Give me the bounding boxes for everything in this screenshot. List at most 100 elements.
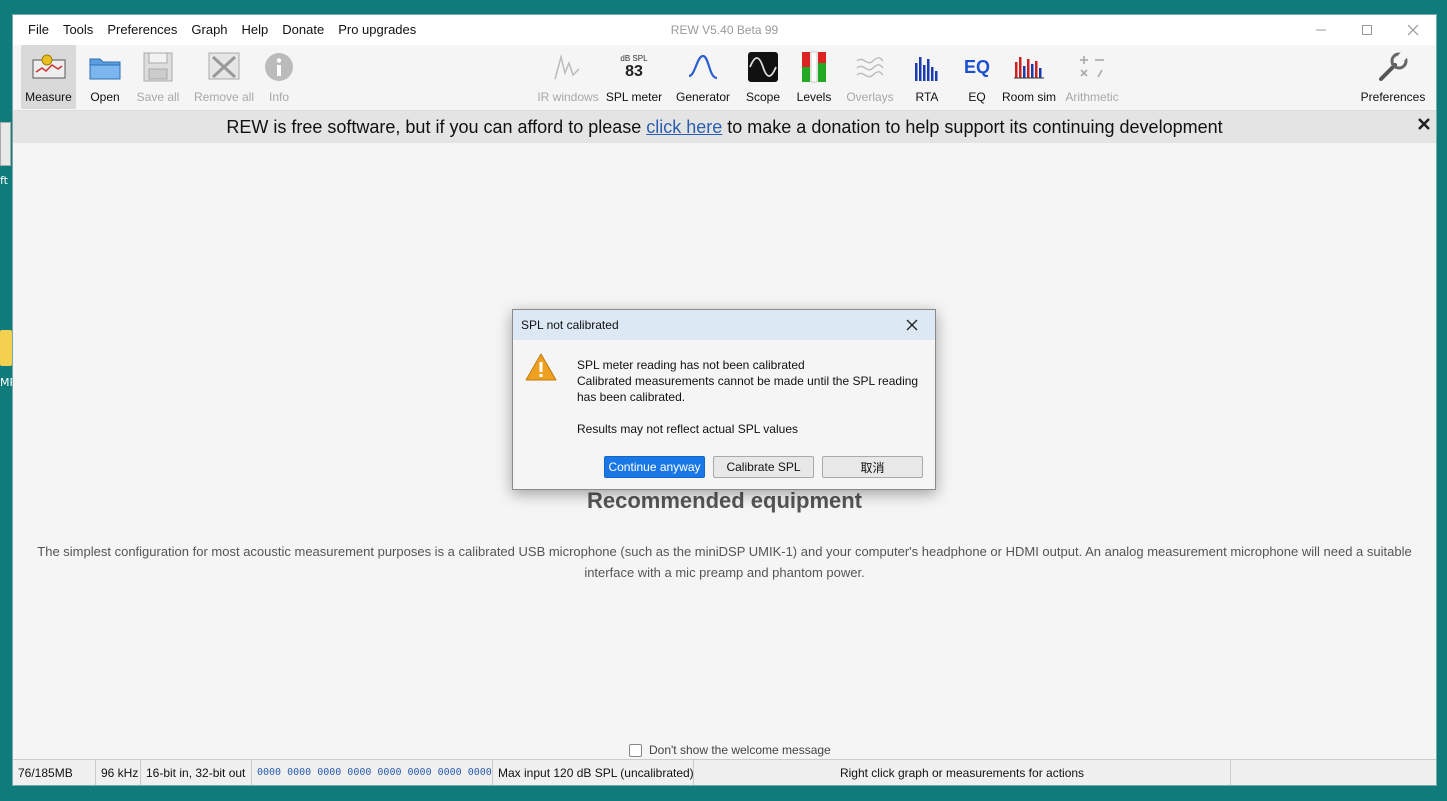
info-icon (262, 50, 296, 84)
level-hex-status: 0000 0000 0000 0000 0000 0000 0000 0000 (252, 760, 493, 785)
dialog-title-bar: SPL not calibrated (513, 310, 935, 340)
menu-donate[interactable]: Donate (275, 15, 331, 45)
eq-icon-text: EQ (963, 56, 990, 77)
menu-help[interactable]: Help (235, 15, 276, 45)
overlays-button[interactable]: Overlays (844, 45, 896, 109)
overlays-icon (853, 50, 887, 84)
desktop-icon-fragment (0, 122, 11, 166)
spl-meter-button[interactable]: dB SPL 83 SPL meter (605, 45, 663, 109)
wrench-icon (1376, 50, 1410, 84)
generator-button[interactable]: Generator (674, 45, 732, 109)
preferences-button[interactable]: Preferences (1359, 45, 1427, 109)
dialog-title: SPL not calibrated (521, 318, 619, 332)
banner-close-button[interactable] (1418, 117, 1430, 135)
room-sim-button[interactable]: Room sim (1001, 45, 1057, 109)
bit-depth-status: 16-bit in, 32-bit out (141, 760, 252, 785)
donation-link[interactable]: click here (646, 117, 722, 138)
menu-pro-upgrades[interactable]: Pro upgrades (331, 15, 423, 45)
levels-icon (797, 50, 831, 84)
room-sim-label: Room sim (1001, 90, 1056, 104)
memory-status: 76/185MB (13, 760, 96, 785)
dialog-message-line-1: SPL meter reading has not been calibrate… (577, 358, 805, 372)
save-all-label: Save all (136, 90, 180, 104)
dialog-message: SPL meter reading has not been calibrate… (577, 357, 918, 437)
arithmetic-icon (1075, 50, 1109, 84)
ir-windows-icon (551, 50, 585, 84)
sample-rate-status: 96 kHz (96, 760, 141, 785)
save-all-button[interactable]: Save all (133, 45, 183, 109)
rta-label: RTA (915, 90, 939, 104)
recommended-equipment-title: Recommended equipment (586, 488, 863, 513)
levels-label: Levels (796, 90, 832, 104)
measure-button[interactable]: Measure (21, 45, 76, 109)
menu-graph[interactable]: Graph (184, 15, 234, 45)
measure-label: Measure (25, 90, 72, 104)
dont-show-welcome-option[interactable]: Don't show the welcome message (629, 743, 831, 757)
spl-meter-value: 83 (625, 62, 643, 80)
remove-all-label: Remove all (193, 90, 255, 104)
donation-banner: REW is free software, but if you can aff… (13, 111, 1436, 143)
info-button[interactable]: Info (261, 45, 297, 109)
info-label: Info (268, 90, 289, 104)
scope-label: Scope (745, 90, 781, 104)
recommended-equipment-text: The simplest configuration for most acou… (37, 544, 1412, 580)
maximize-button[interactable] (1344, 15, 1390, 45)
spl-meter-icon: dB SPL 83 (617, 50, 651, 84)
dialog-buttons: Continue anyway Calibrate SPL 取消 (604, 456, 923, 478)
folder-icon (88, 50, 122, 84)
window-controls (1298, 15, 1436, 45)
warning-icon (525, 352, 557, 387)
banner-text-after: to make a donation to help support its c… (727, 116, 1223, 137)
spl-meter-unit: dB SPL (620, 53, 648, 63)
toolbar: Measure Open Save all Remove all Info IR… (13, 45, 1436, 111)
open-button[interactable]: Open (83, 45, 127, 109)
remove-all-button[interactable]: Remove all (191, 45, 257, 109)
spl-not-calibrated-dialog: SPL not calibrated SPL meter reading has… (512, 309, 936, 490)
remove-all-icon (207, 50, 241, 84)
dialog-message-line-2: Calibrated measurements cannot be made u… (577, 374, 919, 388)
eq-icon: EQ (960, 50, 994, 84)
desktop-icon-fragment-2 (0, 330, 12, 366)
continue-anyway-button[interactable]: Continue anyway (604, 456, 705, 478)
ir-windows-button[interactable]: IR windows (537, 45, 599, 109)
close-window-button[interactable] (1390, 15, 1436, 45)
minimize-icon (1316, 29, 1326, 31)
ir-windows-label: IR windows (537, 90, 599, 104)
minimize-button[interactable] (1298, 15, 1344, 45)
menu-tools[interactable]: Tools (56, 15, 100, 45)
rta-button[interactable]: RTA (907, 45, 947, 109)
cancel-button[interactable]: 取消 (822, 456, 923, 478)
close-icon (1407, 24, 1419, 36)
desktop-label-fragment: ft (0, 174, 8, 187)
arithmetic-button[interactable]: Arithmetic (1063, 45, 1121, 109)
scope-button[interactable]: Scope (741, 45, 785, 109)
scope-icon (746, 50, 780, 84)
calibrate-spl-button[interactable]: Calibrate SPL (713, 456, 814, 478)
banner-text-before: REW is free software, but if you can aff… (226, 116, 642, 137)
max-input-status: Max input 120 dB SPL (uncalibrated) (493, 760, 694, 785)
preferences-label: Preferences (1360, 90, 1426, 104)
overlays-label: Overlays (846, 90, 894, 104)
title-bar: File Tools Preferences Graph Help Donate… (13, 15, 1436, 45)
levels-button[interactable]: Levels (792, 45, 836, 109)
dialog-message-line-4: Results may not reflect actual SPL value… (577, 422, 798, 436)
status-bar: 76/185MB 96 kHz 16-bit in, 32-bit out 00… (13, 759, 1436, 785)
generator-icon (686, 50, 720, 84)
eq-button[interactable]: EQ EQ (957, 45, 997, 109)
hint-status: Right click graph or measurements for ac… (694, 760, 1231, 785)
rta-icon (910, 50, 944, 84)
dont-show-welcome-label: Don't show the welcome message (649, 743, 831, 757)
spl-meter-label: SPL meter (605, 90, 663, 104)
close-icon (1418, 118, 1430, 130)
menu-file[interactable]: File (21, 15, 56, 45)
eq-label: EQ (968, 90, 986, 104)
save-all-icon (141, 50, 175, 84)
generator-label: Generator (675, 90, 731, 104)
open-label: Open (90, 90, 120, 104)
menu-bar: File Tools Preferences Graph Help Donate… (13, 15, 423, 45)
dialog-close-button[interactable] (889, 310, 935, 340)
menu-preferences[interactable]: Preferences (100, 15, 184, 45)
close-icon (906, 319, 918, 331)
dont-show-welcome-checkbox[interactable] (629, 743, 642, 757)
room-sim-icon (1012, 50, 1046, 84)
